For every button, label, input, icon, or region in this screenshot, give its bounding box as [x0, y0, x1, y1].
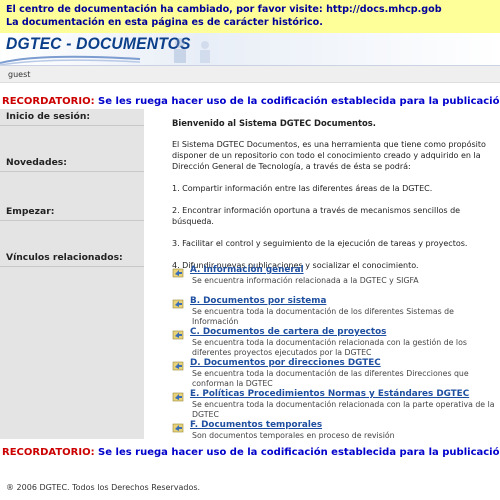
category-system-docs: B. Documentos por sistema Se encuentra t… [172, 296, 496, 327]
reminder-tag: RECORDATORIO: [2, 447, 95, 458]
sidebar-section-news: Novedades: [6, 157, 67, 168]
sidebar: Inicio de sesión: Novedades: Empezar: Ví… [0, 109, 144, 439]
reminder-message: Se les ruega hacer uso de la codificació… [98, 96, 500, 107]
reminder-banner-bottom: RECORDATORIO: Se les ruega hacer uso de … [0, 446, 500, 460]
sidebar-divider [0, 220, 144, 221]
category-link[interactable]: A. Información general [190, 265, 496, 276]
category-link[interactable]: B. Documentos por sistema [190, 296, 496, 307]
category-policies: E. Políticas Procedimientos Normas y Est… [172, 389, 496, 420]
category-directorates: D. Documentos por direcciones DGTEC Se e… [172, 358, 496, 389]
sidebar-section-related-links: Vínculos relacionados: [6, 252, 123, 263]
logo-swoosh-icon [0, 55, 140, 65]
main-content: Bienvenido al Sistema DGTEC Documentos. … [172, 118, 496, 282]
header-banner: DGTEC - DOCUMENTOS [0, 33, 500, 66]
reminder-message: Se les ruega hacer uso de la codificació… [98, 447, 500, 458]
folder-arrow-icon [172, 423, 184, 433]
category-link[interactable]: E. Políticas Procedimientos Normas y Est… [190, 389, 496, 400]
category-link[interactable]: F. Documentos temporales [190, 420, 496, 431]
point-1: 1. Compartir información entre las difer… [172, 184, 433, 193]
category-description: Se encuentra toda la documentación de lo… [192, 307, 454, 326]
document-categories: A. Información general Se encuentra info… [172, 265, 496, 451]
site-moved-notice: El centro de documentación ha cambiado, … [0, 0, 500, 33]
notice-line-2: La documentación en esta página es de ca… [6, 17, 323, 28]
reminder-tag: RECORDATORIO: [2, 96, 95, 107]
category-description: Se encuentra toda la documentación relac… [192, 400, 495, 419]
footer-copyright: ® 2006 DGTEC. Todos los Derechos Reserva… [6, 483, 201, 492]
category-description: Son documentos temporales en proceso de … [192, 431, 395, 440]
point-2: 2. Encontrar información oportuna a trav… [172, 206, 461, 226]
category-description: Se encuentra toda la documentación relac… [192, 338, 467, 357]
intro-paragraph: El Sistema DGTEC Documentos, es una herr… [172, 140, 486, 171]
folder-arrow-icon [172, 361, 184, 371]
current-user: guest [8, 70, 31, 79]
notice-line-1: El centro de documentación ha cambiado, … [6, 4, 327, 15]
sidebar-divider [0, 171, 144, 172]
category-description: Se encuentra toda la documentación de la… [192, 369, 469, 388]
category-general-info: A. Información general Se encuentra info… [172, 265, 496, 296]
sidebar-section-login: Inicio de sesión: [6, 111, 91, 122]
folder-arrow-icon [172, 392, 184, 402]
folder-arrow-icon [172, 268, 184, 278]
folder-arrow-icon [172, 299, 184, 309]
sidebar-divider [0, 125, 144, 126]
category-project-portfolio: C. Documentos de cartera de proyectos Se… [172, 327, 496, 358]
category-description: Se encuentra información relacionada a l… [192, 276, 419, 285]
new-docs-link[interactable]: http://docs.mhcp.gob [326, 4, 442, 15]
folder-arrow-icon [172, 330, 184, 340]
point-3: 3. Facilitar el control y seguimiento de… [172, 239, 468, 248]
decorative-figure-icon [174, 38, 210, 63]
sidebar-section-start: Empezar: [6, 206, 55, 217]
category-link[interactable]: C. Documentos de cartera de proyectos [190, 327, 496, 338]
reminder-banner-top: RECORDATORIO: Se les ruega hacer uso de … [0, 95, 500, 109]
sidebar-divider [0, 266, 144, 267]
category-link[interactable]: D. Documentos por direcciones DGTEC [190, 358, 496, 369]
welcome-heading: Bienvenido al Sistema DGTEC Documentos. [172, 118, 376, 128]
user-bar: guest [0, 66, 500, 83]
